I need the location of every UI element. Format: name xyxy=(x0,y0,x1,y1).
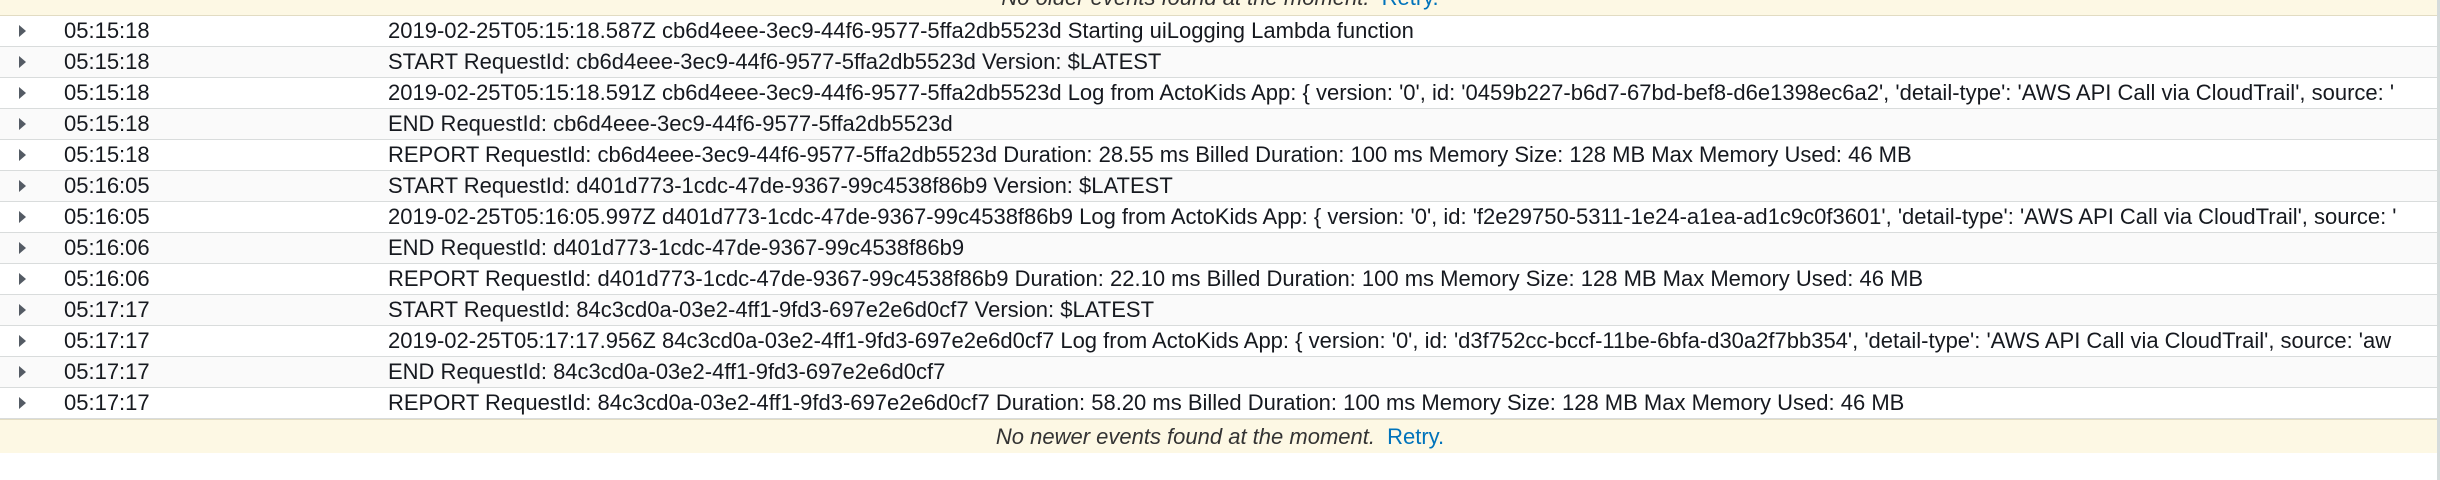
log-event-row[interactable]: 05:15:18 2019-02-25T05:15:18.591Z cb6d4e… xyxy=(0,78,2439,109)
expand-row-toggle[interactable] xyxy=(0,233,44,263)
event-timestamp: 05:17:17 xyxy=(64,390,150,415)
log-event-row[interactable]: 05:15:18 END RequestId: cb6d4eee-3ec9-44… xyxy=(0,109,2439,140)
log-event-row[interactable]: 05:17:17 START RequestId: 84c3cd0a-03e2-… xyxy=(0,295,2439,326)
caret-right-icon xyxy=(18,366,26,378)
event-message: 2019-02-25T05:15:18.591Z cb6d4eee-3ec9-4… xyxy=(388,80,2395,105)
event-timestamp: 05:16:05 xyxy=(64,173,150,198)
caret-right-icon xyxy=(18,87,26,99)
event-timestamp: 05:16:05 xyxy=(64,204,150,229)
log-event-row[interactable]: 05:15:18 2019-02-25T05:15:18.587Z cb6d4e… xyxy=(0,16,2439,47)
event-timestamp: 05:15:18 xyxy=(64,111,150,136)
event-message: 2019-02-25T05:16:05.997Z d401d773-1cdc-4… xyxy=(388,204,2397,229)
newer-events-message: No newer events found at the moment. xyxy=(995,424,1375,449)
event-timestamp: 05:17:17 xyxy=(64,297,150,322)
event-message: END RequestId: d401d773-1cdc-47de-9367-9… xyxy=(388,235,965,260)
expand-row-toggle[interactable] xyxy=(0,140,44,170)
log-event-list: 05:15:18 2019-02-25T05:15:18.587Z cb6d4e… xyxy=(0,16,2440,419)
caret-right-icon xyxy=(18,149,26,161)
event-message: END RequestId: cb6d4eee-3ec9-44f6-9577-5… xyxy=(388,111,953,136)
event-message: END RequestId: 84c3cd0a-03e2-4ff1-9fd3-6… xyxy=(388,359,946,384)
newer-events-banner: No newer events found at the moment. Ret… xyxy=(0,419,2440,453)
log-events-viewer: No older events found at the moment. Ret… xyxy=(0,0,2440,480)
caret-right-icon xyxy=(18,56,26,68)
expand-row-toggle[interactable] xyxy=(0,295,44,325)
caret-right-icon xyxy=(18,397,26,409)
event-message: START RequestId: 84c3cd0a-03e2-4ff1-9fd3… xyxy=(388,297,1155,322)
expand-row-toggle[interactable] xyxy=(0,78,44,108)
expand-row-toggle[interactable] xyxy=(0,16,44,46)
event-timestamp: 05:17:17 xyxy=(64,359,150,384)
event-message: 2019-02-25T05:15:18.587Z cb6d4eee-3ec9-4… xyxy=(388,18,1414,43)
log-event-row[interactable]: 05:15:18 REPORT RequestId: cb6d4eee-3ec9… xyxy=(0,140,2439,171)
caret-right-icon xyxy=(18,273,26,285)
caret-right-icon xyxy=(18,335,26,347)
older-events-message: No older events found at the moment. xyxy=(1001,0,1369,10)
expand-row-toggle[interactable] xyxy=(0,357,44,387)
event-message: 2019-02-25T05:17:17.956Z 84c3cd0a-03e2-4… xyxy=(388,328,2392,353)
event-timestamp: 05:17:17 xyxy=(64,328,150,353)
caret-right-icon xyxy=(18,118,26,130)
expand-row-toggle[interactable] xyxy=(0,47,44,77)
event-message: START RequestId: cb6d4eee-3ec9-44f6-9577… xyxy=(388,49,1162,74)
event-timestamp: 05:15:18 xyxy=(64,142,150,167)
retry-newer-link[interactable]: Retry. xyxy=(1387,424,1444,449)
caret-right-icon xyxy=(18,304,26,316)
log-event-row[interactable]: 05:17:17 2019-02-25T05:17:17.956Z 84c3cd… xyxy=(0,326,2439,357)
event-timestamp: 05:16:06 xyxy=(64,235,150,260)
expand-row-toggle[interactable] xyxy=(0,202,44,232)
expand-row-toggle[interactable] xyxy=(0,171,44,201)
event-message: REPORT RequestId: d401d773-1cdc-47de-936… xyxy=(388,266,1924,291)
older-events-banner: No older events found at the moment. Ret… xyxy=(0,0,2440,16)
caret-right-icon xyxy=(18,25,26,37)
event-timestamp: 05:15:18 xyxy=(64,80,150,105)
event-message: REPORT RequestId: cb6d4eee-3ec9-44f6-957… xyxy=(388,142,1912,167)
log-event-row[interactable]: 05:17:17 END RequestId: 84c3cd0a-03e2-4f… xyxy=(0,357,2439,388)
retry-older-link[interactable]: Retry. xyxy=(1382,0,1439,10)
expand-row-toggle[interactable] xyxy=(0,264,44,294)
expand-row-toggle[interactable] xyxy=(0,388,44,418)
caret-right-icon xyxy=(18,180,26,192)
caret-right-icon xyxy=(18,242,26,254)
event-timestamp: 05:15:18 xyxy=(64,49,150,74)
log-event-row[interactable]: 05:16:06 END RequestId: d401d773-1cdc-47… xyxy=(0,233,2439,264)
event-message: REPORT RequestId: 84c3cd0a-03e2-4ff1-9fd… xyxy=(388,390,1905,415)
log-event-row[interactable]: 05:16:05 2019-02-25T05:16:05.997Z d401d7… xyxy=(0,202,2439,233)
log-event-row[interactable]: 05:16:05 START RequestId: d401d773-1cdc-… xyxy=(0,171,2439,202)
expand-row-toggle[interactable] xyxy=(0,326,44,356)
log-event-row[interactable]: 05:17:17 REPORT RequestId: 84c3cd0a-03e2… xyxy=(0,388,2439,419)
log-event-row[interactable]: 05:16:06 REPORT RequestId: d401d773-1cdc… xyxy=(0,264,2439,295)
event-message: START RequestId: d401d773-1cdc-47de-9367… xyxy=(388,173,1173,198)
log-event-row[interactable]: 05:15:18 START RequestId: cb6d4eee-3ec9-… xyxy=(0,47,2439,78)
event-timestamp: 05:16:06 xyxy=(64,266,150,291)
event-timestamp: 05:15:18 xyxy=(64,18,150,43)
expand-row-toggle[interactable] xyxy=(0,109,44,139)
caret-right-icon xyxy=(18,211,26,223)
